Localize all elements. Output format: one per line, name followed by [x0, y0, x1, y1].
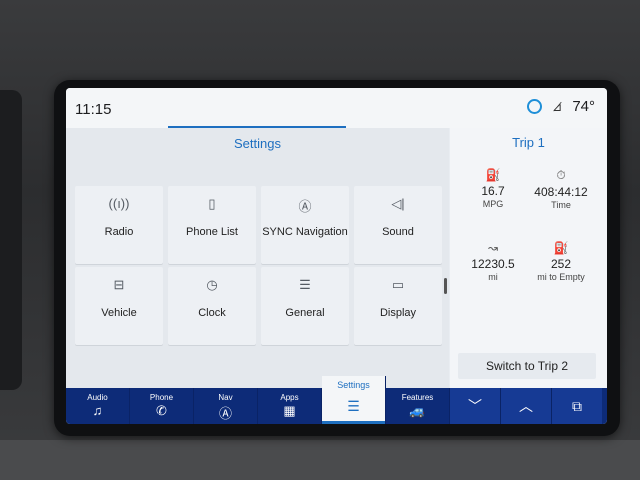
- trip-stat-unit: Time: [551, 200, 571, 210]
- dashboard-trim-bottom: [0, 440, 640, 480]
- tile-general[interactable]: ☰ General: [261, 267, 349, 345]
- settings-panel: Settings ((ı)) Radio ▯ Phone List Ⓐ SYNC…: [66, 128, 449, 409]
- tile-clock[interactable]: ◷ Clock: [168, 267, 256, 345]
- tile-label: Sound: [382, 226, 414, 238]
- tile-label: Display: [379, 307, 417, 319]
- nav-apps[interactable]: Apps ▦: [258, 388, 322, 424]
- clock-icon: ◷: [206, 277, 218, 292]
- trip-stat-time: ⏱ 408:44:12 Time: [526, 168, 596, 210]
- status-right-group: ⊿̸ 74°: [527, 98, 595, 115]
- nav-label: Nav: [218, 393, 233, 402]
- tile-label: Phone List: [186, 226, 238, 238]
- trip-stat-value: 252: [550, 257, 572, 271]
- outside-temperature: 74°: [572, 98, 595, 115]
- features-car-icon: 🚙: [409, 403, 426, 418]
- trip-panel: Trip 1 ⛽ 16.7 MPG ⏱ 408:44:12 Time ↝ 122…: [450, 128, 607, 388]
- trip-stat-unit: mi to Empty: [537, 272, 585, 282]
- nav-audio[interactable]: Audio ♫: [66, 388, 130, 424]
- status-bar: 11:15 ⊿̸ 74°: [66, 88, 607, 128]
- speaker-icon: ◁|: [391, 196, 405, 211]
- fuel-range-icon: ⛽: [553, 241, 569, 255]
- phone-list-icon: ▯: [208, 196, 216, 211]
- sliders-icon: ☰: [299, 277, 311, 292]
- phone-icon: ✆: [156, 403, 167, 418]
- display-icon: ▭: [391, 277, 405, 292]
- assistant-ring-icon[interactable]: [527, 99, 543, 114]
- vehicle-settings-icon: ⊟: [113, 277, 125, 292]
- nav-expand-button[interactable]: ︿: [501, 388, 552, 424]
- switch-trip-button[interactable]: Switch to Trip 2: [458, 353, 596, 379]
- nav-label: Audio: [87, 393, 108, 402]
- trip-stat-unit: mi: [488, 272, 498, 282]
- settings-title: Settings: [234, 136, 281, 151]
- trip-stat-unit: MPG: [482, 199, 504, 209]
- tile-vehicle[interactable]: ⊟ Vehicle: [75, 267, 163, 345]
- tile-label: Radio: [104, 226, 134, 238]
- stopwatch-icon: ⏱: [556, 168, 566, 182]
- nav-label: Features: [401, 393, 434, 402]
- tile-label: Vehicle: [101, 307, 137, 319]
- nav-label: Settings: [337, 380, 370, 390]
- navigation-icon: Ⓐ: [218, 406, 232, 421]
- nav-collapse-button[interactable]: ﹀: [450, 388, 501, 424]
- nav-features[interactable]: Features 🚙: [386, 388, 450, 424]
- trip-stat-mpg: ⛽ 16.7 MPG: [458, 168, 528, 209]
- radio-antenna-icon: ((ı)): [108, 196, 130, 211]
- dashboard-trim-left: [0, 90, 22, 390]
- nav-phone[interactable]: Phone ✆: [130, 388, 194, 424]
- sliders-icon: ☰: [347, 398, 360, 414]
- bottom-nav-bar: Audio ♫ Phone ✆ Nav Ⓐ Apps ▦ Settings ☰ …: [66, 376, 607, 424]
- chevron-up-icon: ︿: [519, 398, 533, 414]
- trip-stat-distance: ↝ 12230.5 mi: [458, 241, 528, 282]
- infotainment-screen: 11:15 ⊿̸ 74° Settings ((ı)) Radio ▯ Phon…: [66, 88, 607, 424]
- tile-phone-list[interactable]: ▯ Phone List: [168, 186, 256, 264]
- settings-grid: ((ı)) Radio ▯ Phone List Ⓐ SYNC Navigati…: [75, 186, 443, 345]
- trip-stat-range: ⛽ 252 mi to Empty: [526, 241, 596, 282]
- nav-label: Apps: [280, 393, 299, 402]
- nav-settings[interactable]: Settings ☰: [322, 376, 386, 424]
- chevron-down-icon: ﹀: [468, 398, 482, 414]
- nav-nav[interactable]: Nav Ⓐ: [194, 388, 258, 424]
- copy-windows-icon: ⧉: [572, 397, 582, 414]
- music-note-icon: ♫: [92, 403, 103, 418]
- apps-grid-icon: ▦: [283, 403, 296, 418]
- tile-sound[interactable]: ◁| Sound: [354, 186, 442, 264]
- navigation-icon: Ⓐ: [298, 199, 312, 214]
- trip-title: Trip 1: [512, 135, 545, 150]
- nav-windows-button[interactable]: ⧉: [552, 388, 602, 424]
- tile-display[interactable]: ▭ Display: [354, 267, 442, 345]
- distance-icon: ↝: [487, 241, 499, 255]
- tile-label: Clock: [198, 307, 226, 319]
- tile-radio[interactable]: ((ı)) Radio: [75, 186, 163, 264]
- scrollbar-thumb[interactable]: [444, 278, 447, 294]
- nav-label: Phone: [149, 393, 174, 402]
- tile-label: General: [285, 307, 325, 319]
- tile-label: SYNC Navigation: [262, 226, 348, 238]
- trip-stat-value: 12230.5: [471, 257, 515, 271]
- trip-stat-value: 16.7: [481, 184, 505, 198]
- status-clock: 11:15: [75, 101, 112, 118]
- tile-sync-navigation[interactable]: Ⓐ SYNC Navigation: [261, 186, 349, 264]
- fuel-economy-icon: ⛽: [485, 168, 501, 182]
- signal-off-icon: ⊿̸: [552, 99, 563, 114]
- trip-stat-value: 408:44:12: [534, 185, 588, 199]
